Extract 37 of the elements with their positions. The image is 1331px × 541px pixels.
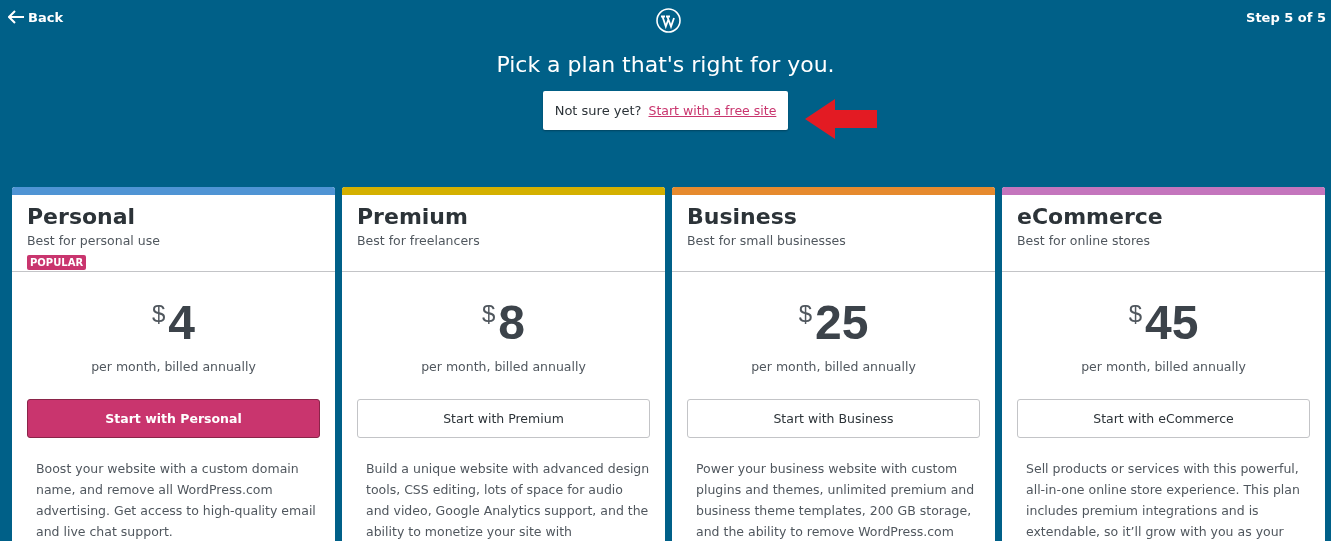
plan-name: Premium <box>357 204 469 230</box>
currency-symbol: $ <box>1128 300 1142 329</box>
plan-name: Business <box>687 204 798 230</box>
billing-period: per month, billed annually <box>90 359 257 374</box>
free-site-link[interactable]: Start with a free site <box>648 103 777 118</box>
step-indicator: Step 5 of 5 <box>1246 9 1326 25</box>
plan-price: 45 <box>1145 297 1199 349</box>
plan-description: Sell products or services with this powerful, all-in-one online store experience. This plan includes premium integrations and is extendable, so it’ll grow with you as your <box>1025 460 1301 541</box>
plan-tagline: Best for personal use <box>27 233 161 248</box>
currency-symbol: $ <box>151 300 166 329</box>
plan-price: 4 <box>168 297 196 349</box>
back-arrow-icon <box>8 10 24 24</box>
back-button[interactable]: Back <box>8 9 64 25</box>
start-plan-button[interactable]: Start with Premium <box>357 399 650 438</box>
currency-symbol: $ <box>798 300 812 329</box>
wordpress-logo <box>656 8 681 33</box>
start-plan-button[interactable]: Start with eCommerce <box>1017 399 1310 438</box>
currency-symbol: $ <box>481 300 496 329</box>
page-title: Pick a plan that's right for you. <box>495 51 836 77</box>
plan-tagline: Best for freelancers <box>357 233 481 248</box>
pointer-arrow-icon <box>805 99 877 139</box>
popular-badge: POPULAR <box>27 255 87 270</box>
plan-description: Boost your website with a custom domain name, and remove all WordPress.com advertising. Get access to high-quality email and live chat support. <box>35 460 317 541</box>
plan-description: Power your business website with custom plugins and themes, unlimited premium and business theme templates, 200 GB storage, and the ability to remove WordPress.com <box>695 460 976 541</box>
notice-text: Not sure yet? <box>554 103 642 118</box>
plan-tagline: Best for online stores <box>1017 233 1152 248</box>
plan-name: eCommerce <box>1017 204 1164 230</box>
plan-tagline: Best for small businesses <box>687 233 847 248</box>
start-plan-button[interactable]: Start with Personal <box>27 399 320 438</box>
billing-period: per month, billed annually <box>750 359 917 374</box>
billing-period: per month, billed annually <box>420 359 587 374</box>
plan-price: 8 <box>498 297 526 349</box>
plan-name: Personal <box>27 204 137 230</box>
plan-price: 25 <box>815 297 869 349</box>
plan-description: Build a unique website with advanced design tools, CSS editing, lots of space for audio and video, Google Analytics support, and the ability to monetize your site with <box>365 460 651 541</box>
billing-period: per month, billed annually <box>1080 359 1247 374</box>
start-plan-button[interactable]: Start with Business <box>687 399 980 438</box>
